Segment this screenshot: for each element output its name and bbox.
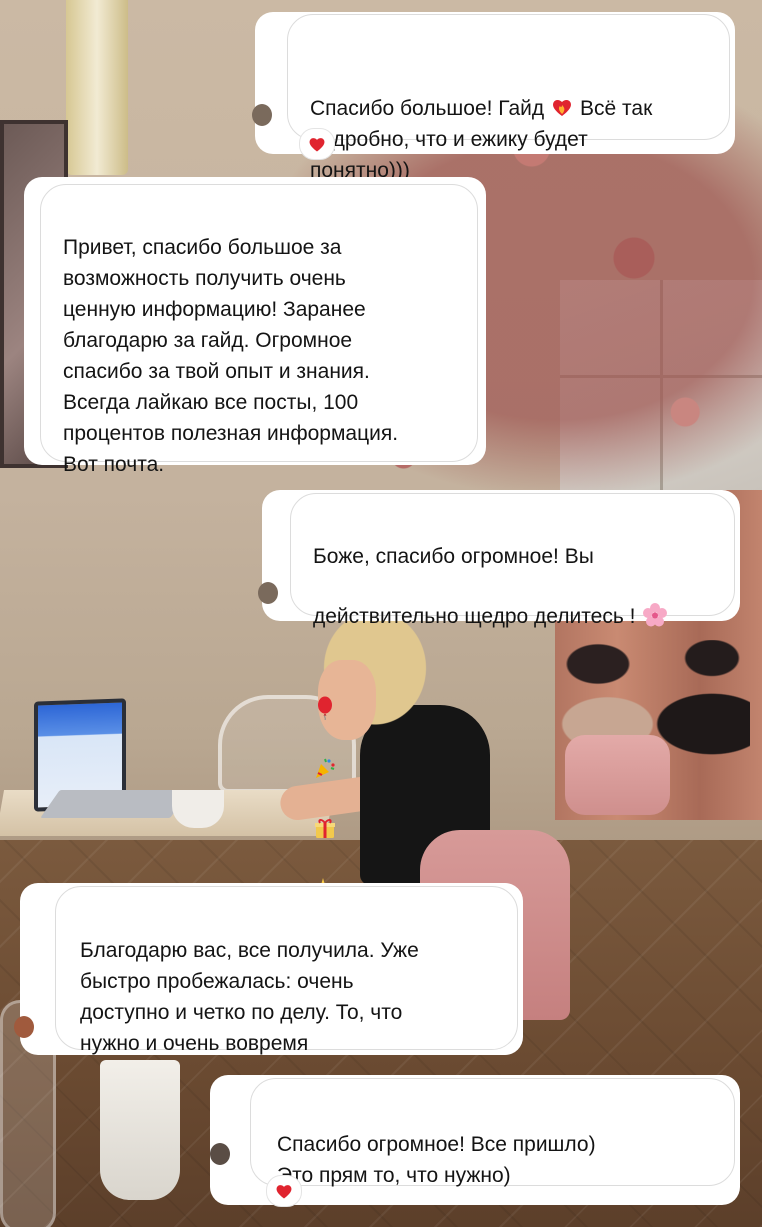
avatar[interactable] xyxy=(14,1016,34,1038)
reaction-badge[interactable] xyxy=(299,128,335,160)
message-text: Спасибо огромное! Все пришло) Это прям т… xyxy=(277,1133,596,1187)
coffee-cup xyxy=(172,790,224,828)
table-leg xyxy=(100,1060,180,1200)
message-text: Спасибо большое! Гайд xyxy=(310,97,545,120)
message-bubble[interactable]: Благодарю вас, все получила. Уже быстро … xyxy=(55,886,518,1055)
message-text: Привет, спасибо большое за возможность п… xyxy=(63,236,399,476)
sparkles-icon xyxy=(313,845,337,898)
message-bubble[interactable]: Боже, спасибо огромное! Вы действительно… xyxy=(290,493,735,898)
reaction-badge[interactable] xyxy=(266,1175,302,1207)
message-bubble[interactable]: Спасибо большое! Гайд Всё так подробно, … xyxy=(287,14,730,182)
hanging-lamp xyxy=(66,0,128,175)
cherry-blossom-icon xyxy=(643,572,668,627)
red-heart-icon xyxy=(274,1181,294,1201)
avatar[interactable] xyxy=(210,1143,230,1165)
avatar[interactable] xyxy=(258,582,278,604)
red-heart-icon xyxy=(307,134,327,154)
party-popper-icon xyxy=(313,725,337,778)
message-bubble[interactable]: Привет, спасибо большое за возможность п… xyxy=(40,184,478,476)
message-bubble[interactable]: Спасибо огромное! Все пришло) Это прям т… xyxy=(250,1078,735,1187)
balloon-icon xyxy=(313,665,337,721)
wrapped-gift-icon xyxy=(313,785,337,838)
heart-on-fire-icon xyxy=(550,64,574,116)
emoji-row xyxy=(313,634,712,905)
laptop-keyboard xyxy=(40,790,190,818)
message-text: Благодарю вас, все получила. Уже быстро … xyxy=(80,939,419,1055)
avatar[interactable] xyxy=(252,104,272,126)
message-text: Боже, спасибо огромное! Вы действительно… xyxy=(313,545,636,628)
